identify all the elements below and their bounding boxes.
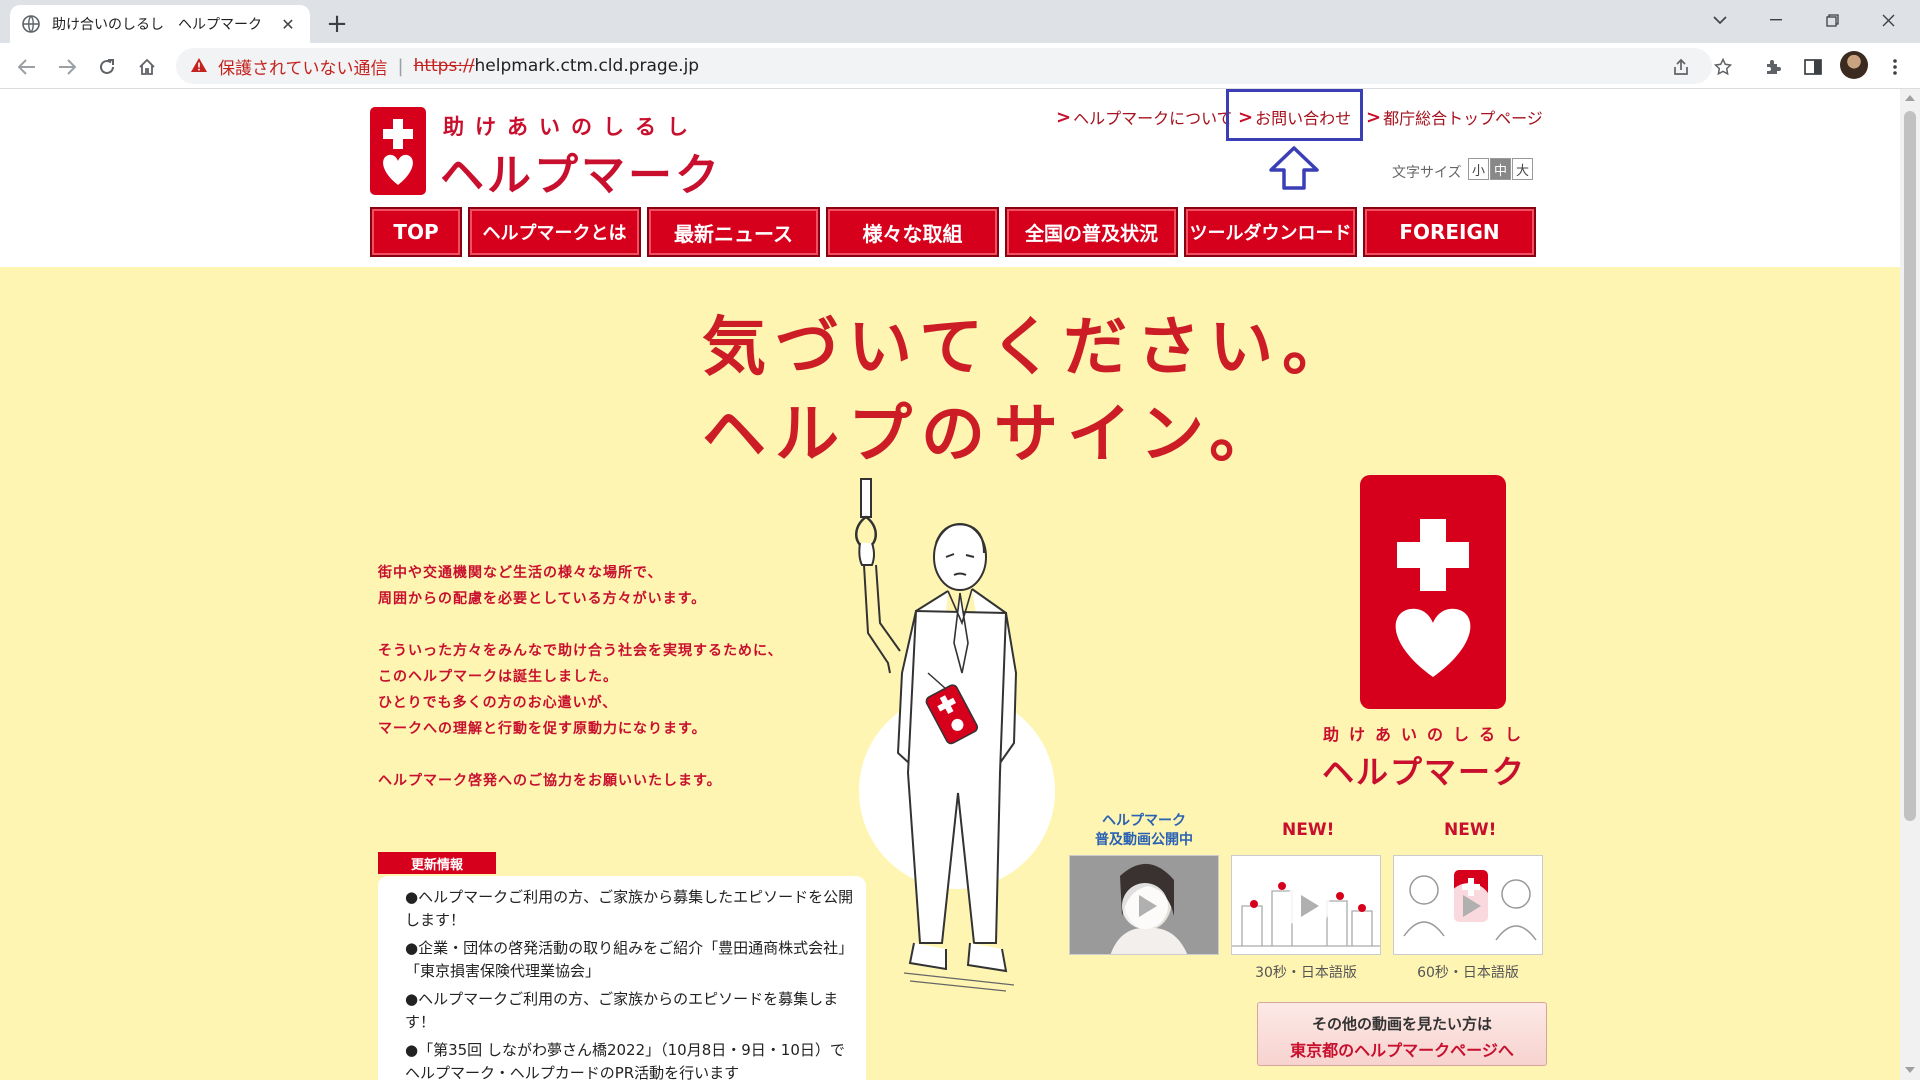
contact-highlight-box: [1226, 89, 1363, 141]
intro-text: このヘルプマークは誕生しました。: [378, 669, 618, 685]
browser-tab[interactable]: 助け合いのしるし ヘルプマーク ✕: [10, 5, 310, 43]
mark-name: ヘルプマーク: [1322, 753, 1527, 791]
more-videos-line-1: その他の動画を見たい方は: [1311, 1015, 1492, 1033]
intro-text: 街中や交通機関など生活の様々な場所で、: [378, 565, 663, 581]
hero-headline-2: ヘルプのサイン。: [702, 398, 1283, 472]
tab-search-icon[interactable]: [1692, 0, 1748, 40]
nav-national-status[interactable]: 全国の普及状況: [1005, 207, 1178, 257]
video-duration: 30秒・日本語版: [1255, 965, 1357, 981]
nav-news[interactable]: 最新ニュース: [647, 207, 820, 257]
menu-icon[interactable]: [1880, 52, 1910, 82]
hero-headline-1: 気づいてください。: [702, 311, 1356, 385]
video-thumbnail-30s[interactable]: [1231, 855, 1381, 955]
link-label: ヘルプマークについて: [1073, 109, 1233, 128]
intro-text: ひとりでも多くの方のお心遣いが、: [378, 695, 618, 711]
video-duration: 60秒・日本語版: [1417, 965, 1519, 981]
scroll-down-icon[interactable]: [1905, 1067, 1915, 1073]
link-about-helpmark[interactable]: > ヘルプマークについて: [1056, 105, 1233, 129]
minimize-icon[interactable]: [1748, 0, 1804, 40]
nav-top[interactable]: TOP: [370, 207, 462, 257]
logo-name[interactable]: ヘルプマーク: [440, 139, 722, 203]
font-size-medium-button[interactable]: 中: [1490, 158, 1511, 180]
new-label: NEW!: [1444, 820, 1497, 840]
tab-title: 助け合いのしるし ヘルプマーク: [52, 17, 262, 33]
video-caption-line-2: 普及動画公開中: [1095, 832, 1193, 848]
help-mark-icon: [1395, 519, 1471, 677]
divider: |: [397, 55, 404, 77]
scroll-thumb[interactable]: [1904, 111, 1916, 821]
intro-text: ヘルプマーク啓発へのご協力をお願いいたします。: [378, 773, 722, 789]
chevron-right-icon: >: [1366, 106, 1382, 128]
globe-icon: [22, 15, 40, 33]
profile-avatar[interactable]: [1840, 51, 1868, 79]
intro-text: 周囲からの配慮を必要としている方々がいます。: [378, 591, 707, 607]
nav-foreign[interactable]: FOREIGN: [1363, 207, 1536, 257]
page-viewport: 助けあいのしるし ヘルプマーク > ヘルプマークについて > お問い合わせ > 都庁総…: [0, 89, 1900, 1080]
play-icon[interactable]: [1122, 883, 1168, 929]
home-icon[interactable]: [132, 52, 162, 82]
chevron-right-icon: >: [1056, 106, 1072, 128]
forward-icon[interactable]: [52, 52, 82, 82]
video-thumbnail-60s[interactable]: [1393, 855, 1543, 955]
news-label: 更新情報: [378, 852, 496, 874]
font-size-label: 文字サイズ: [1392, 165, 1462, 181]
share-icon[interactable]: [1666, 52, 1696, 82]
close-window-icon[interactable]: [1860, 0, 1916, 40]
help-mark-large: [1360, 475, 1506, 709]
play-icon[interactable]: [1284, 883, 1330, 929]
intro-text: マークへの理解と行動を促す原動力になります。: [378, 721, 707, 737]
nav-initiatives[interactable]: 様々な取組: [826, 207, 999, 257]
play-icon[interactable]: [1446, 883, 1492, 929]
side-panel-icon[interactable]: [1798, 52, 1828, 82]
new-tab-icon[interactable]: +: [322, 9, 352, 39]
url-scheme: https://: [413, 56, 475, 76]
video-caption-line-1: ヘルプマーク: [1102, 813, 1186, 829]
news-item[interactable]: ●企業・団体の啓発活動の取り組みをご紹介「豊田通商株式会社」「東京損害保険代理業…: [405, 937, 855, 983]
extensions-icon[interactable]: [1758, 52, 1788, 82]
security-status[interactable]: 保護されていない通信: [218, 54, 388, 79]
address-bar[interactable]: 保護されていない通信 | https:// helpmark.ctm.cld.p…: [176, 48, 1712, 84]
arrow-up-icon: [1269, 146, 1319, 190]
commuter-illustration: [855, 478, 1055, 992]
close-tab-icon[interactable]: ✕: [278, 14, 298, 34]
browser-toolbar: 保護されていない通信 | https:// helpmark.ctm.cld.p…: [0, 43, 1920, 89]
logo-tagline: 助けあいのしるし: [443, 115, 699, 139]
link-tocho-top[interactable]: > 都庁総合トップページ: [1366, 105, 1543, 129]
link-label: 都庁総合トップページ: [1383, 109, 1543, 128]
site-header: 助けあいのしるし ヘルプマーク > ヘルプマークについて > お問い合わせ > 都庁総…: [0, 89, 1900, 267]
news-item[interactable]: ●ヘルプマークご利用の方、ご家族から募集したエピソードを公開します！: [405, 886, 855, 932]
help-mark-icon: [383, 119, 413, 185]
help-mark-logo[interactable]: [370, 107, 426, 195]
back-icon[interactable]: [12, 52, 42, 82]
new-label: NEW!: [1282, 820, 1335, 840]
font-size-small-button[interactable]: 小: [1468, 158, 1489, 180]
scroll-up-icon[interactable]: [1905, 95, 1915, 101]
video-thumbnail-promo[interactable]: [1069, 855, 1219, 955]
intro-text: そういった方々をみんなで助け合う社会を実現するために、: [378, 643, 783, 659]
nav-tool-download[interactable]: ツールダウンロード: [1184, 207, 1357, 257]
nav-about[interactable]: ヘルプマークとは: [468, 207, 641, 257]
restore-icon[interactable]: [1804, 0, 1860, 40]
reload-icon[interactable]: [92, 52, 122, 82]
more-videos-button[interactable]: その他の動画を見たい方は 東京都のヘルプマークページへ: [1257, 1002, 1547, 1066]
bookmark-star-icon[interactable]: [1708, 52, 1738, 82]
more-videos-line-2: 東京都のヘルプマークページへ: [1290, 1041, 1514, 1060]
warning-icon[interactable]: [190, 57, 208, 75]
news-item[interactable]: ●「第35回 しながわ夢さん橋2022」（10月8日・9日・10日）でヘルプマー…: [405, 1039, 855, 1080]
page-scrollbar[interactable]: [1900, 89, 1920, 1080]
tab-strip: 助け合いのしるし ヘルプマーク ✕ +: [0, 0, 1920, 43]
news-item[interactable]: ●ヘルプマークご利用の方、ご家族からのエピソードを募集します！: [405, 988, 855, 1034]
mark-tagline: 助けあいのしるし: [1323, 725, 1532, 744]
url-host: helpmark.ctm.cld.prage.jp: [474, 56, 700, 76]
font-size-large-button[interactable]: 大: [1512, 158, 1533, 180]
